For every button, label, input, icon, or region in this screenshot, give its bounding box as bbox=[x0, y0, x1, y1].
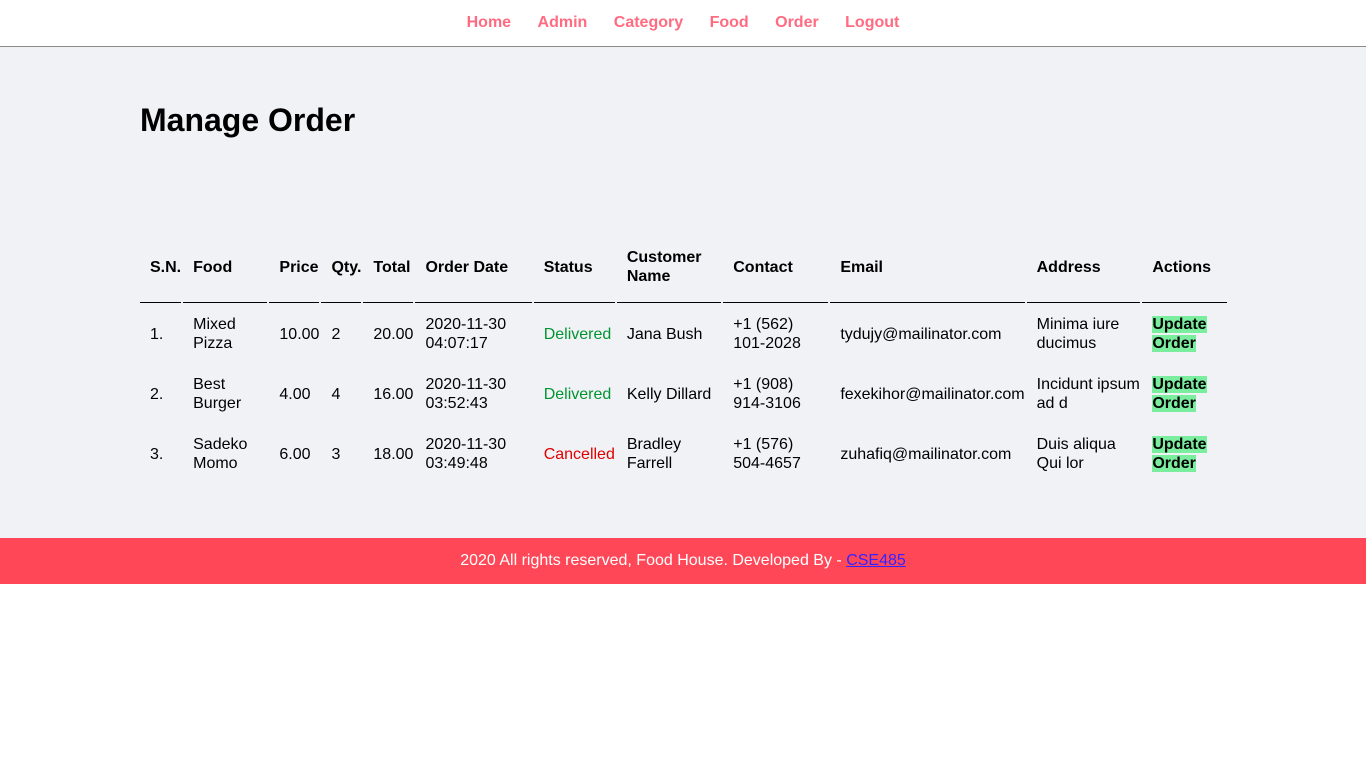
nav-admin[interactable]: Admin bbox=[538, 14, 588, 31]
header-order-date: Order Date bbox=[415, 238, 532, 303]
cell-customer-name: Kelly Dillard bbox=[626, 385, 712, 403]
cell-address: Incidunt ipsum ad d bbox=[1036, 376, 1140, 412]
cell-qty: 3 bbox=[331, 445, 341, 463]
nav-category[interactable]: Category bbox=[614, 14, 683, 31]
header-food: Food bbox=[183, 238, 268, 303]
cell-email: fexekihor@mailinator.com bbox=[840, 385, 1025, 403]
cell-address: Duis aliqua Qui lor bbox=[1036, 436, 1116, 472]
cell-sn: 1. bbox=[150, 325, 164, 343]
header-email: Email bbox=[830, 238, 1025, 303]
cell-email: tydujy@mailinator.com bbox=[840, 325, 1002, 343]
nav-food[interactable]: Food bbox=[710, 14, 749, 31]
cell-qty: 4 bbox=[331, 385, 341, 403]
cell-status: Cancelled bbox=[543, 445, 615, 463]
cell-qty: 2 bbox=[331, 325, 341, 343]
cell-customer-name: Jana Bush bbox=[626, 325, 703, 343]
cell-actions: Update Order bbox=[1142, 425, 1227, 483]
nav-logout[interactable]: Logout bbox=[845, 14, 899, 31]
footer: 2020 All rights reserved, Food House. De… bbox=[0, 538, 1366, 584]
nav-home[interactable]: Home bbox=[467, 14, 511, 31]
cell-order-date: 2020-11-30 03:52:43 bbox=[425, 376, 507, 412]
top-nav: Home Admin Category Food Order Logout bbox=[0, 0, 1366, 47]
cell-address: Minima iure ducimus bbox=[1036, 316, 1120, 352]
cell-actions: Update Order bbox=[1142, 365, 1227, 423]
cell-order-date: 2020-11-30 04:07:17 bbox=[425, 316, 507, 352]
footer-developer-link[interactable]: CSE485 bbox=[846, 552, 906, 569]
header-price: Price bbox=[269, 238, 320, 303]
cell-food: Mixed Pizza bbox=[193, 316, 236, 352]
cell-food: Sadeko Momo bbox=[193, 436, 248, 472]
nav-list: Home Admin Category Food Order Logout bbox=[456, 0, 911, 32]
main-content: Manage Order S.N. Food Price Qty. Total … bbox=[0, 47, 1366, 538]
footer-text: 2020 All rights reserved, Food House. De… bbox=[460, 552, 847, 569]
cell-contact: +1 (576) 504-4657 bbox=[733, 436, 801, 472]
header-actions: Actions bbox=[1142, 238, 1227, 303]
cell-price: 4.00 bbox=[279, 385, 311, 403]
update-order-button[interactable]: Update Order bbox=[1152, 436, 1207, 472]
table-row: 1. Mixed Pizza 10.00 2 20.00 2020-11-30 … bbox=[140, 305, 1227, 363]
cell-total: 18.00 bbox=[373, 445, 414, 463]
header-status: Status bbox=[533, 238, 615, 303]
cell-actions: Update Order bbox=[1142, 305, 1227, 363]
table-row: 3. Sadeko Momo 6.00 3 18.00 2020-11-30 0… bbox=[140, 425, 1227, 483]
header-contact: Contact bbox=[723, 238, 829, 303]
cell-contact: +1 (562) 101-2028 bbox=[733, 316, 801, 352]
content-wrapper: Manage Order S.N. Food Price Qty. Total … bbox=[137, 104, 1229, 485]
cell-food: Best Burger bbox=[193, 376, 242, 412]
update-order-button[interactable]: Update Order bbox=[1152, 376, 1207, 412]
orders-table: S.N. Food Price Qty. Total Order Date St… bbox=[138, 236, 1229, 485]
header-customer-name: Customer Name bbox=[616, 238, 722, 303]
cell-total: 20.00 bbox=[373, 325, 414, 343]
page-title: Manage Order bbox=[140, 102, 356, 138]
cell-price: 10.00 bbox=[279, 325, 320, 343]
table-row: 2. Best Burger 4.00 4 16.00 2020-11-30 0… bbox=[140, 365, 1227, 423]
cell-total: 16.00 bbox=[373, 385, 414, 403]
cell-price: 6.00 bbox=[279, 445, 311, 463]
update-order-button[interactable]: Update Order bbox=[1152, 316, 1207, 352]
cell-contact: +1 (908) 914-3106 bbox=[733, 376, 801, 412]
cell-order-date: 2020-11-30 03:49:48 bbox=[425, 436, 507, 472]
cell-email: zuhafiq@mailinator.com bbox=[840, 445, 1012, 463]
nav-order[interactable]: Order bbox=[775, 14, 819, 31]
header-total: Total bbox=[363, 238, 414, 303]
header-sn: S.N. bbox=[140, 238, 182, 303]
header-qty: Qty. bbox=[321, 238, 362, 303]
cell-sn: 2. bbox=[150, 385, 164, 403]
cell-sn: 3. bbox=[150, 445, 164, 463]
cell-status: Delivered bbox=[543, 385, 612, 403]
table-header-row: S.N. Food Price Qty. Total Order Date St… bbox=[140, 238, 1227, 303]
cell-status: Delivered bbox=[543, 325, 612, 343]
header-address: Address bbox=[1026, 238, 1141, 303]
cell-customer-name: Bradley Farrell bbox=[626, 436, 682, 472]
